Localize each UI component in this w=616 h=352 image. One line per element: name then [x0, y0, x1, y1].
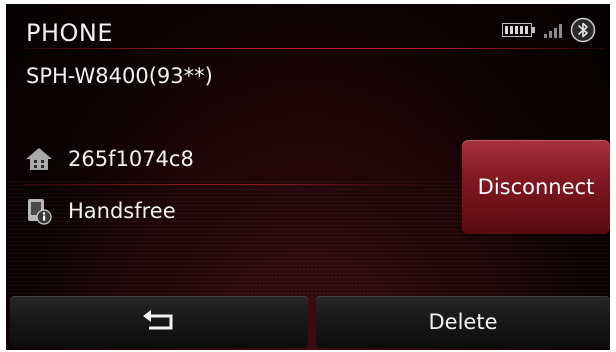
device-id-row: 265f1074c8 — [24, 144, 194, 174]
title-divider — [24, 48, 604, 49]
profile-row: Handsfree — [24, 196, 176, 226]
battery-icon — [502, 22, 536, 38]
profile-label: Handsfree — [68, 199, 176, 223]
bottom-bar: Delete — [6, 296, 610, 350]
row-divider — [24, 184, 424, 185]
back-button[interactable] — [10, 296, 308, 348]
disconnect-button[interactable]: Disconnect — [462, 140, 610, 234]
home-icon — [24, 144, 54, 174]
status-bar — [502, 16, 596, 44]
back-arrow-icon — [141, 308, 177, 337]
page-title: PHONE — [26, 19, 114, 47]
phone-screen: PHONE SPH-W8400(93**) 265f1074c8 Handsfr… — [6, 4, 610, 350]
signal-icon — [544, 23, 562, 38]
device-id-label: 265f1074c8 — [68, 147, 194, 171]
handsfree-info-icon — [24, 196, 54, 226]
delete-button[interactable]: Delete — [316, 296, 610, 348]
device-name: SPH-W8400(93**) — [26, 64, 213, 88]
bluetooth-icon — [570, 17, 596, 43]
